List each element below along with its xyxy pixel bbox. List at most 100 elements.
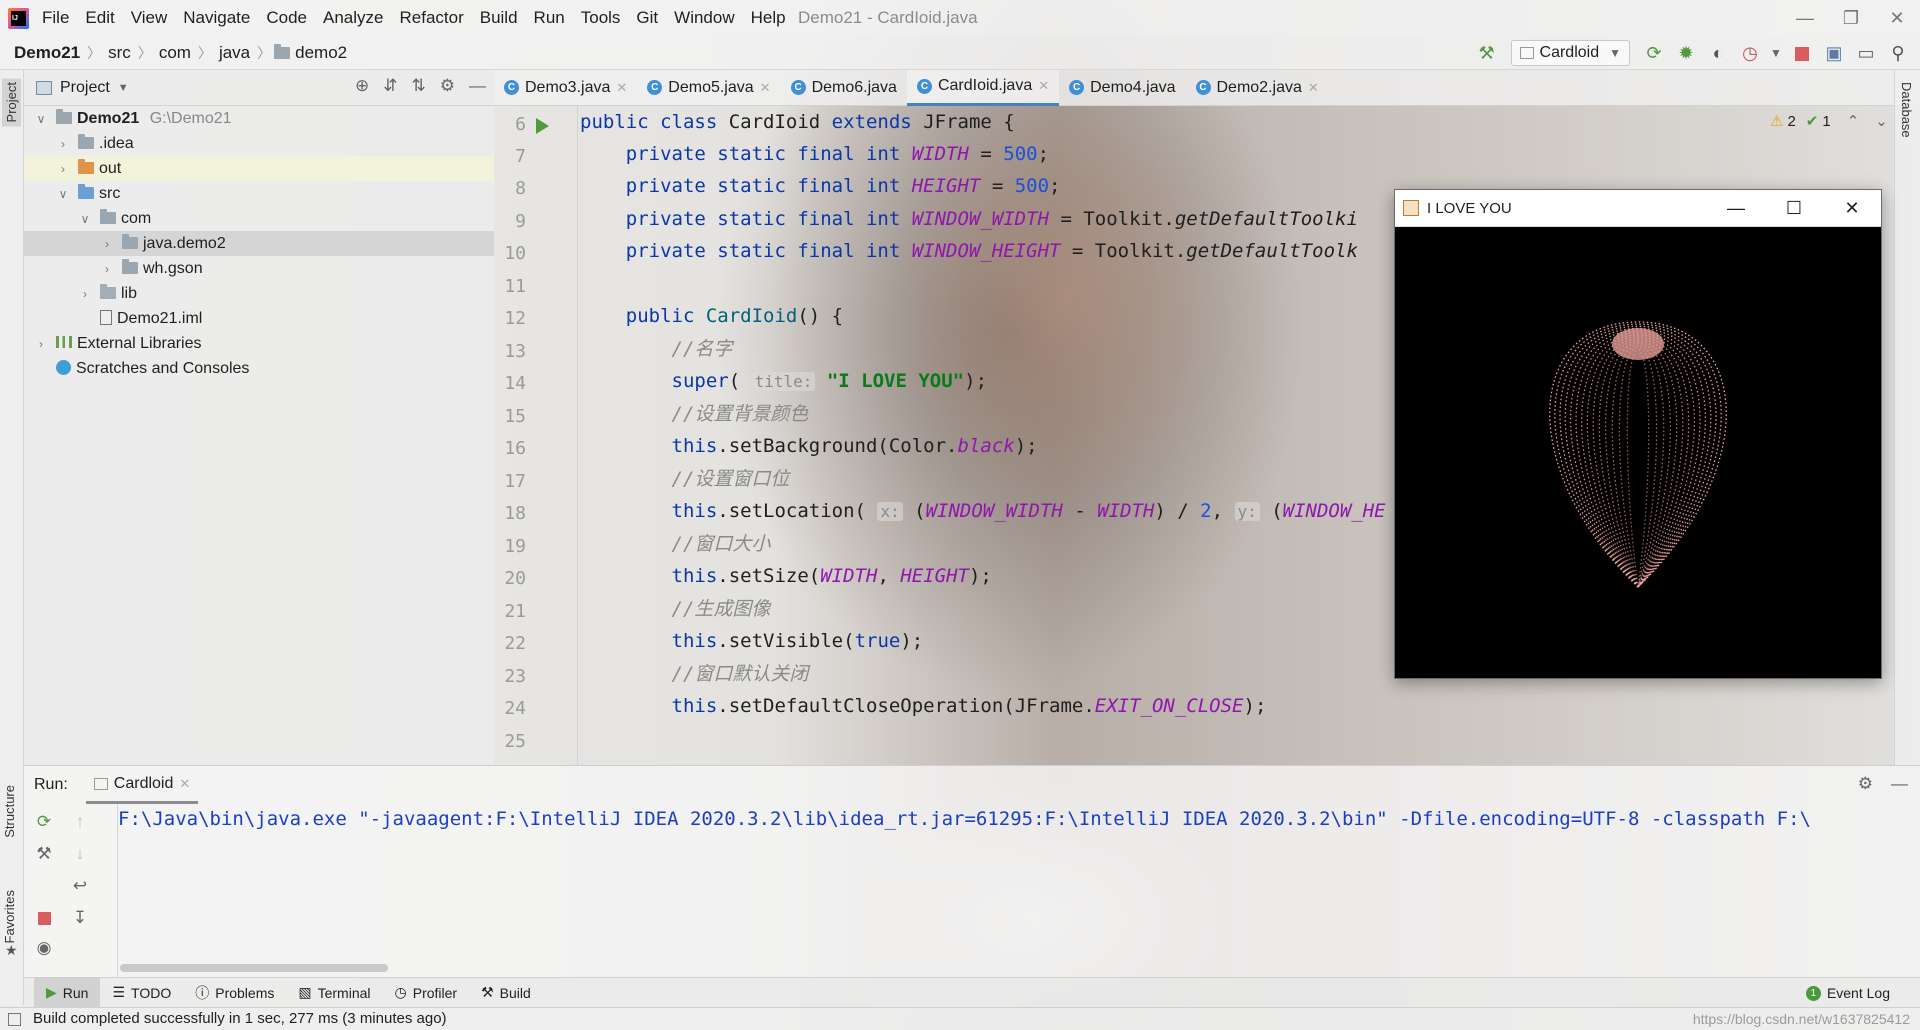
status-panel-icon[interactable] (8, 1013, 21, 1026)
menu-help[interactable]: Help (743, 0, 794, 36)
structure-tool-tab[interactable]: Structure (2, 785, 17, 838)
chevron-down-icon[interactable]: ∨ (56, 182, 70, 207)
tab-demo4[interactable]: C Demo4.java (1059, 70, 1185, 106)
menu-window[interactable]: Window (666, 0, 742, 36)
expand-all-icon[interactable]: ⇵ (383, 76, 397, 96)
close-tab-icon[interactable]: ✕ (760, 70, 771, 106)
arrow-up-icon[interactable]: ↑ (68, 810, 92, 834)
menu-code[interactable]: Code (258, 0, 315, 36)
tool-build[interactable]: ⚒ Build (469, 978, 543, 1008)
chevron-right-icon[interactable]: › (100, 257, 114, 282)
arrow-down-icon[interactable]: ↓ (68, 842, 92, 866)
tree-item-com[interactable]: ∨ com (24, 206, 494, 231)
tab-cardioid[interactable]: C CardIoid.java ✕ (906, 68, 1060, 106)
menu-tools[interactable]: Tools (573, 0, 629, 36)
chevron-right-icon[interactable]: › (100, 232, 114, 257)
favorites-tool-tab[interactable]: Favorites (2, 890, 17, 943)
breadcrumb-com[interactable]: com (155, 43, 195, 63)
profile-icon[interactable]: ◷ (1738, 41, 1762, 65)
soft-wrap-icon[interactable]: ↩ (68, 874, 92, 898)
tree-item-out[interactable]: › out (24, 156, 494, 181)
search-icon[interactable]: ⚲ (1886, 41, 1910, 65)
tree-item-src[interactable]: ∨ src (24, 181, 494, 206)
project-tool-tab[interactable]: Project (2, 78, 21, 127)
close-tab-icon[interactable]: ✕ (1308, 70, 1319, 106)
chevron-right-icon[interactable]: › (34, 332, 48, 357)
close-tab-icon[interactable]: ✕ (616, 70, 627, 106)
console-output[interactable]: F:\Java\bin\java.exe "-javaagent:F:\Inte… (118, 808, 1811, 830)
rerun-icon[interactable]: ⟳ (1642, 41, 1666, 65)
tree-item-java-demo2[interactable]: › java.demo2 (24, 231, 494, 256)
project-panel-title[interactable]: Project (60, 79, 110, 97)
restore-icon[interactable]: ❐ (1828, 0, 1874, 36)
breadcrumb-demo2[interactable]: demo2 (295, 43, 351, 63)
stop-icon[interactable] (1790, 41, 1814, 65)
close-tab-icon[interactable]: ✕ (179, 776, 190, 792)
menu-build[interactable]: Build (472, 0, 526, 36)
chevron-down-icon[interactable]: ▼ (1770, 41, 1782, 65)
tree-item-lib[interactable]: › lib (24, 281, 494, 306)
tool-profiler[interactable]: ◷ Profiler (383, 978, 470, 1008)
tab-demo5[interactable]: C Demo5.java ✕ (637, 70, 780, 106)
minimize-icon[interactable]: — (1782, 0, 1828, 36)
close-icon[interactable]: ✕ (1874, 0, 1920, 36)
tree-item-demo21[interactable]: ∨ Demo21 G:\Demo21 (24, 106, 494, 131)
tree-item-external-libraries[interactable]: › External Libraries (24, 331, 494, 356)
code-line: private static final int WINDOW_HEIGHT =… (580, 240, 1358, 262)
build-hammer-icon[interactable]: ⚒ (1475, 41, 1499, 65)
menu-view[interactable]: View (123, 0, 176, 36)
tab-demo2[interactable]: C Demo2.java ✕ (1186, 70, 1329, 106)
chevron-right-icon[interactable]: › (56, 157, 70, 182)
camera-icon[interactable]: ◉ (32, 936, 56, 960)
tool-terminal[interactable]: ▧ Terminal (286, 978, 382, 1008)
tool-todo[interactable]: ☰ TODO (100, 978, 183, 1008)
chevron-down-icon[interactable]: ∨ (34, 107, 48, 132)
tool-problems[interactable]: ⓘ Problems (183, 978, 286, 1008)
tab-demo6[interactable]: C Demo6.java (781, 70, 907, 106)
close-tab-icon[interactable]: ✕ (1038, 68, 1049, 104)
debug-bug-icon[interactable]: ✹ (1674, 41, 1698, 65)
menu-navigate[interactable]: Navigate (175, 0, 258, 36)
tree-item-demo21-iml[interactable]: Demo21.iml (24, 306, 494, 331)
breadcrumb-src[interactable]: src (104, 43, 135, 63)
run-configuration-select[interactable]: Cardloid ▼ (1510, 40, 1630, 66)
tool-run[interactable]: ▶ Run (34, 977, 101, 1008)
wrench-icon[interactable]: ⚒ (32, 842, 56, 866)
menu-run[interactable]: Run (526, 0, 573, 36)
chevron-down-icon[interactable]: ∨ (78, 207, 92, 232)
collapse-all-icon[interactable]: ⇅ (412, 76, 426, 96)
chevron-right-icon[interactable]: › (78, 282, 92, 307)
gear-icon[interactable]: ⚙ (440, 76, 455, 96)
chevron-right-icon[interactable]: › (56, 132, 70, 157)
hide-icon[interactable]: — (1891, 774, 1908, 794)
tree-item-idea[interactable]: › .idea (24, 131, 494, 156)
run-gutter-icon[interactable] (536, 118, 549, 134)
minimize-icon[interactable]: — (1707, 190, 1765, 227)
menu-git[interactable]: Git (628, 0, 666, 36)
menu-analyze[interactable]: Analyze (315, 0, 391, 36)
stop-icon[interactable] (32, 906, 56, 930)
breadcrumb-project[interactable]: Demo21 (10, 43, 84, 63)
close-icon[interactable]: ✕ (1823, 190, 1881, 227)
run-tab-cardioid[interactable]: Cardloid ✕ (85, 766, 199, 804)
presentation-icon[interactable]: ▭ (1854, 41, 1878, 65)
rerun-icon[interactable]: ⟳ (32, 810, 56, 834)
menu-edit[interactable]: Edit (77, 0, 122, 36)
tab-demo3[interactable]: C Demo3.java ✕ (494, 70, 637, 106)
maximize-icon[interactable]: ☐ (1765, 190, 1823, 227)
breadcrumb-java[interactable]: java (215, 43, 254, 63)
hide-icon[interactable]: — (469, 76, 486, 96)
locate-icon[interactable]: ⊕ (355, 76, 369, 96)
gear-icon[interactable]: ⚙ (1858, 774, 1873, 794)
chevron-down-icon[interactable]: ▼ (118, 82, 129, 94)
menu-refactor[interactable]: Refactor (391, 0, 471, 36)
tree-item-wh-gson[interactable]: › wh.gson (24, 256, 494, 281)
tree-item-scratches[interactable]: Scratches and Consoles (24, 356, 494, 381)
database-tool-tab[interactable]: Database (1899, 82, 1914, 138)
menu-file[interactable]: File (34, 0, 77, 36)
tool-event-log[interactable]: 1 Event Log (1794, 978, 1902, 1008)
horizontal-scrollbar[interactable] (120, 964, 388, 972)
project-structure-icon[interactable]: ▣ (1822, 41, 1846, 65)
scroll-to-end-icon[interactable]: ↧ (68, 906, 92, 930)
coverage-icon[interactable]: ◐ (1706, 41, 1730, 65)
